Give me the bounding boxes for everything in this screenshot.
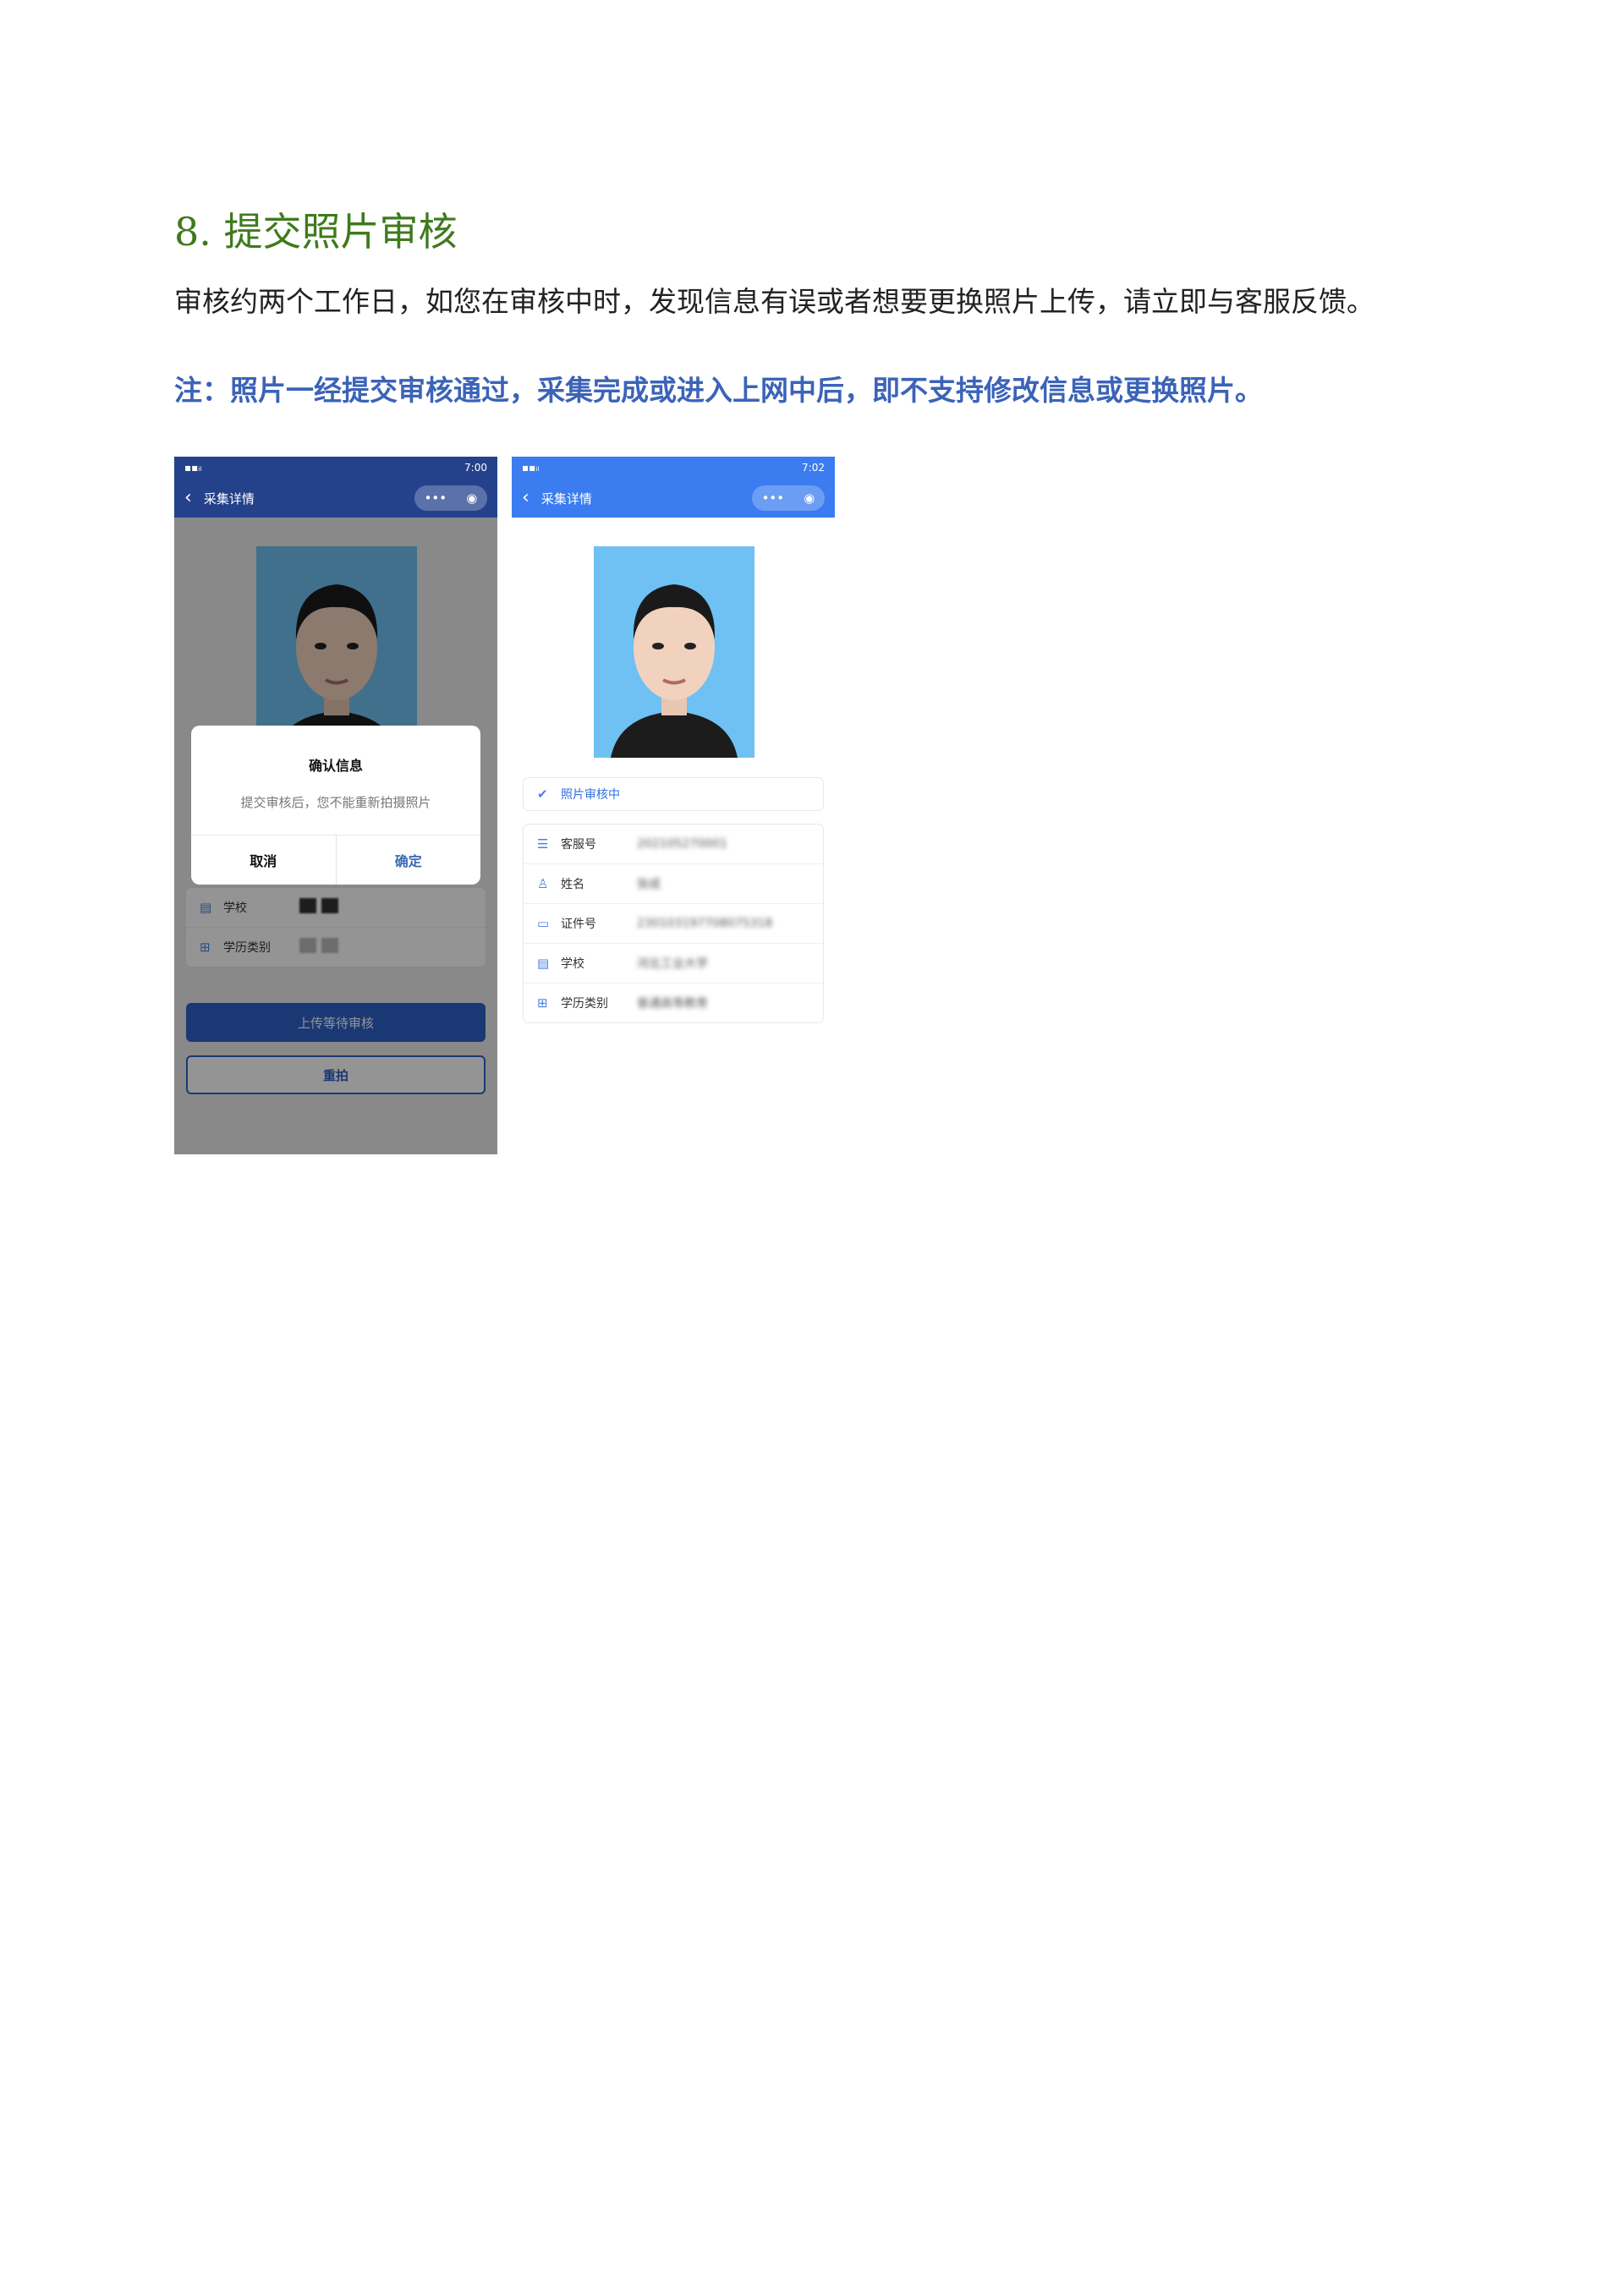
- building-icon: ▤: [537, 956, 550, 971]
- field-label: 学历类别: [561, 997, 608, 1011]
- nav-title: 采集详情: [540, 490, 592, 507]
- field-value: 202105270001: [637, 837, 727, 851]
- dialog-buttons: 取消 确定: [191, 835, 480, 885]
- signal-icon: ▪▪ᵢₗ: [184, 462, 202, 474]
- more-icon[interactable]: •••: [425, 490, 447, 506]
- field-label: 学校: [561, 957, 584, 971]
- phone-screenshot-confirm: ▪▪ᵢₗ 7:00 ‹ 采集详情 ••• ◉ ▤ 学校 ⊞ 学历类别 上传等待审…: [174, 457, 497, 1154]
- field-value: 230103197708075318: [637, 917, 773, 930]
- dialog-title: 确认信息: [308, 758, 363, 774]
- info-row: ▭ 证件号 230103197708075318: [524, 904, 823, 944]
- back-arrow-icon[interactable]: ‹: [184, 489, 192, 507]
- field-value: 张成: [637, 878, 661, 891]
- mini-program-capsule[interactable]: ••• ◉: [752, 485, 825, 511]
- mini-program-capsule[interactable]: ••• ◉: [414, 485, 487, 511]
- field-value: 普通高等教育: [637, 997, 708, 1011]
- back-arrow-icon[interactable]: ‹: [522, 489, 529, 507]
- field-label: 姓名: [561, 878, 584, 891]
- confirm-dialog: 确认信息 提交审核后，您不能重新拍摄照片 取消 确定: [191, 726, 480, 885]
- close-target-icon[interactable]: ◉: [804, 490, 815, 506]
- id-card-icon: ▭: [537, 916, 550, 931]
- status-bar: ▪▪ᵢₗ 7:02: [512, 457, 835, 479]
- field-label: 证件号: [561, 918, 596, 931]
- nav-bar: ‹ 采集详情 ••• ◉: [512, 479, 835, 518]
- info-card: ☰ 客服号 202105270001 ♙ 姓名 张成 ▭ 证件号 2301031…: [524, 825, 823, 1022]
- info-row: ☰ 客服号 202105270001: [524, 825, 823, 864]
- field-label: 客服号: [561, 838, 596, 852]
- nav-title: 采集详情: [203, 490, 255, 507]
- id-photo: [594, 546, 754, 758]
- instruction-paragraph: 审核约两个工作日，如您在审核中时，发现信息有误或者想要更换照片上传，请立即与客服…: [174, 285, 1374, 318]
- signal-icon: ▪▪ᵢₗ: [522, 462, 540, 474]
- person-icon: ♙: [537, 876, 549, 891]
- more-icon[interactable]: •••: [762, 490, 785, 506]
- portrait-image: [594, 546, 754, 758]
- status-time: 7:00: [464, 462, 487, 474]
- close-target-icon[interactable]: ◉: [466, 490, 477, 506]
- status-card: ✔ 照片审核中: [524, 778, 823, 810]
- section-heading: 8. 提交照片审核: [174, 209, 458, 255]
- nav-bar: ‹ 采集详情 ••• ◉: [174, 479, 497, 518]
- status-bar: ▪▪ᵢₗ 7:00: [174, 457, 497, 479]
- check-circle-icon: ✔: [537, 786, 548, 802]
- note-text: 注：照片一经提交审核通过，采集完成或进入上网中后，即不支持修改信息或更换照片。: [174, 374, 1263, 407]
- field-value: 河北工业大学: [637, 957, 708, 971]
- confirm-button[interactable]: 确定: [337, 836, 481, 885]
- info-row: ♙ 姓名 张成: [524, 864, 823, 904]
- cancel-button[interactable]: 取消: [191, 836, 337, 885]
- phone-screenshot-reviewing: ▪▪ᵢₗ 7:02 ‹ 采集详情 ••• ◉ ✔ 照片审核中 ☰ 客服号 202…: [512, 457, 835, 1049]
- review-status: 照片审核中: [561, 788, 620, 802]
- status-time: 7:02: [802, 462, 825, 474]
- status-row: ✔ 照片审核中: [524, 778, 823, 810]
- info-row: ▤ 学校 河北工业大学: [524, 944, 823, 984]
- grid-icon: ⊞: [537, 995, 548, 1011]
- info-row: ⊞ 学历类别 普通高等教育: [524, 984, 823, 1022]
- dialog-message: 提交审核后，您不能重新拍摄照片: [240, 795, 431, 810]
- list-icon: ☰: [537, 836, 549, 852]
